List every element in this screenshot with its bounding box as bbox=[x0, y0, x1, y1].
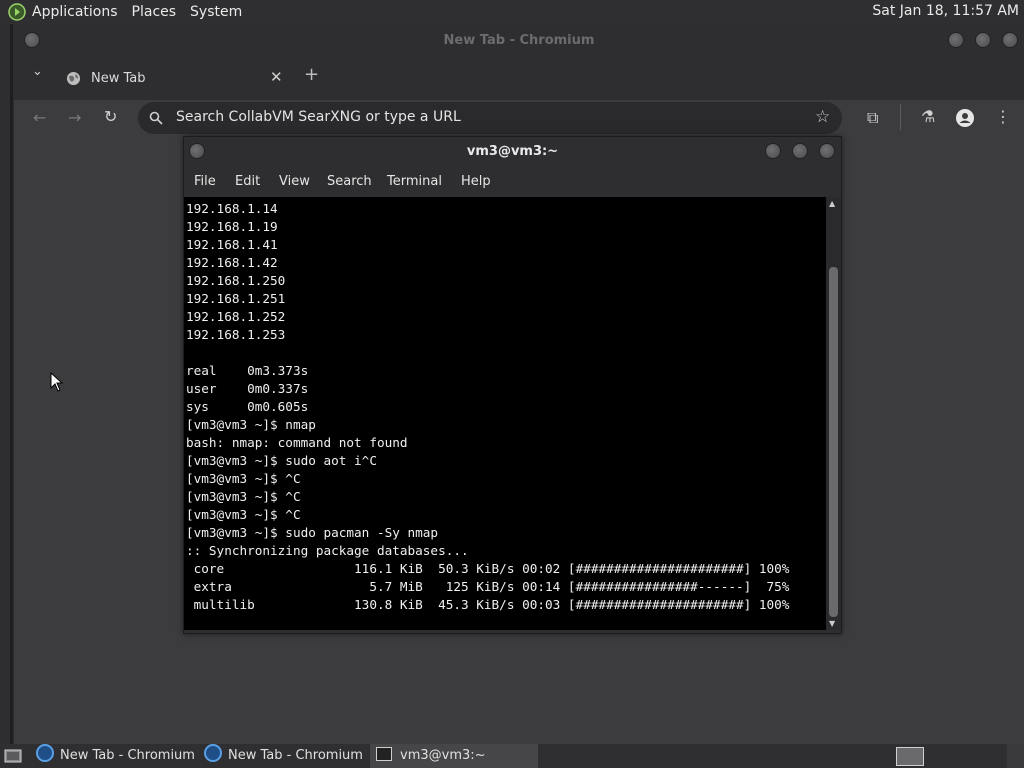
taskbar-item-chromium-2[interactable]: New Tab - Chromium bbox=[204, 744, 366, 768]
bottom-taskbar: New Tab - Chromium New Tab - Chromium vm… bbox=[0, 744, 1024, 768]
globe-icon bbox=[66, 71, 81, 86]
applications-menu[interactable]: Applications bbox=[32, 4, 118, 20]
back-icon[interactable]: ← bbox=[33, 108, 46, 127]
profile-avatar-icon[interactable] bbox=[955, 108, 975, 128]
terminal-text: 192.168.1.14 192.168.1.19 192.168.1.41 1… bbox=[186, 201, 790, 612]
terminal-title-bar[interactable]: vm3@vm3:~ bbox=[184, 137, 841, 167]
search-icon bbox=[149, 111, 163, 125]
tab-search-chevron-icon[interactable]: ⌄ bbox=[32, 64, 43, 79]
tab-new-tab[interactable]: New Tab ✕ bbox=[52, 62, 296, 96]
mouse-cursor-icon bbox=[50, 372, 64, 392]
menu-help[interactable]: Help bbox=[461, 174, 491, 189]
taskbar-label: New Tab - Chromium bbox=[228, 748, 363, 763]
places-menu[interactable]: Places bbox=[132, 4, 177, 20]
extensions-icon[interactable]: ⧉ bbox=[867, 108, 878, 128]
chromium-title-bar[interactable]: New Tab - Chromium bbox=[14, 24, 1024, 58]
chromium-icon bbox=[204, 744, 222, 762]
forward-icon[interactable]: → bbox=[68, 108, 81, 127]
taskbar-label: New Tab - Chromium bbox=[60, 748, 195, 763]
terminal-window-menu-button[interactable] bbox=[189, 143, 205, 159]
scrollbar-thumb[interactable] bbox=[829, 267, 838, 617]
window-edge bbox=[10, 24, 13, 744]
terminal-scrollbar[interactable]: ▲ ▼ bbox=[826, 197, 841, 630]
clock[interactable]: Sat Jan 18, 11:57 AM bbox=[872, 3, 1019, 19]
taskbar-item-chromium-1[interactable]: New Tab - Chromium bbox=[36, 744, 198, 768]
show-desktop-button[interactable] bbox=[2, 744, 22, 768]
workspace-2[interactable] bbox=[1007, 744, 1024, 768]
toolbar-divider bbox=[900, 104, 901, 130]
new-tab-icon[interactable]: + bbox=[304, 64, 319, 85]
tab-close-icon[interactable]: ✕ bbox=[270, 68, 283, 86]
workspace-1[interactable] bbox=[896, 747, 924, 766]
terminal-menubar: File Edit View Search Terminal Help bbox=[184, 167, 841, 197]
terminal-close-button[interactable] bbox=[819, 143, 835, 159]
menu-file[interactable]: File bbox=[194, 174, 216, 189]
kebab-menu-icon[interactable]: ⋮ bbox=[995, 107, 1011, 126]
maximize-button[interactable] bbox=[975, 32, 991, 48]
terminal-minimize-button[interactable] bbox=[765, 143, 781, 159]
labs-flask-icon[interactable]: ⚗ bbox=[921, 107, 935, 126]
menu-edit[interactable]: Edit bbox=[235, 174, 260, 189]
menu-search[interactable]: Search bbox=[327, 174, 372, 189]
workspace-switcher[interactable] bbox=[894, 744, 926, 768]
terminal-output[interactable]: 192.168.1.14 192.168.1.19 192.168.1.41 1… bbox=[184, 197, 826, 630]
chromium-icon bbox=[36, 744, 54, 762]
reload-icon[interactable]: ↻ bbox=[104, 107, 117, 126]
close-button[interactable] bbox=[1002, 32, 1018, 48]
omnibox-placeholder: Search CollabVM SearXNG or type a URL bbox=[176, 109, 461, 125]
system-menu[interactable]: System bbox=[190, 4, 242, 20]
tab-label: New Tab bbox=[91, 71, 146, 86]
top-panel: Applications Places System Sat Jan 18, 1… bbox=[0, 0, 1024, 24]
menu-view[interactable]: View bbox=[279, 174, 310, 189]
terminal-icon bbox=[376, 747, 392, 761]
distro-logo-icon[interactable] bbox=[8, 3, 26, 21]
scroll-up-icon[interactable]: ▲ bbox=[829, 199, 835, 208]
taskbar-label: vm3@vm3:~ bbox=[400, 748, 486, 763]
chromium-window-title: New Tab - Chromium bbox=[443, 33, 595, 48]
show-desktop-icon bbox=[4, 749, 22, 763]
omnibox[interactable]: Search CollabVM SearXNG or type a URL ☆ bbox=[138, 102, 842, 134]
terminal-window: vm3@vm3:~ File Edit View Search Terminal… bbox=[183, 136, 842, 634]
desktop-left-edge bbox=[0, 24, 14, 744]
menu-terminal[interactable]: Terminal bbox=[387, 174, 442, 189]
terminal-window-title: vm3@vm3:~ bbox=[466, 144, 559, 159]
terminal-maximize-button[interactable] bbox=[792, 143, 808, 159]
bookmark-star-icon[interactable]: ☆ bbox=[815, 107, 830, 127]
window-menu-button[interactable] bbox=[24, 32, 40, 48]
taskbar-item-terminal[interactable]: vm3@vm3:~ bbox=[370, 744, 538, 768]
scroll-down-icon[interactable]: ▼ bbox=[829, 619, 835, 628]
minimize-button[interactable] bbox=[948, 32, 964, 48]
